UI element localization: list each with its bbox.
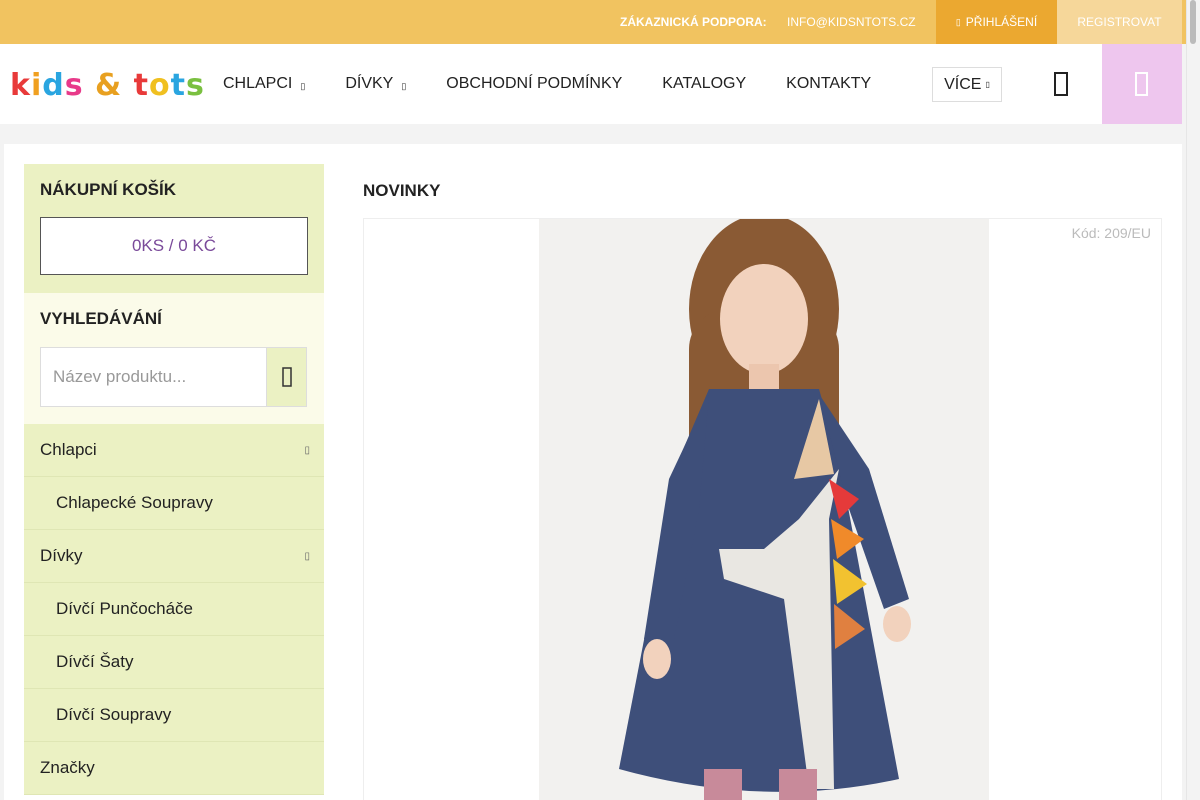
search-input[interactable] (40, 347, 266, 407)
cart-summary[interactable]: 0KS / 0 KČ (40, 217, 308, 275)
header: kids & tots CHLAPCI ▯ DÍVKY ▯ OBCHODNÍ P… (0, 44, 1182, 124)
nav-label: DÍVKY (345, 75, 394, 92)
category-girls[interactable]: Dívky ▯ (24, 530, 324, 583)
category-list: Chlapci ▯ Chlapecké Soupravy Dívky ▯ Dív… (24, 424, 324, 795)
category-brands[interactable]: Značky (24, 742, 324, 795)
category-girls-dresses[interactable]: Dívčí Šaty (24, 636, 324, 689)
cart-title: NÁKUPNÍ KOŠÍK (40, 180, 177, 199)
category-girls-tights[interactable]: Dívčí Punčocháče (24, 583, 324, 636)
nav-item-catalogs[interactable]: KATALOGY (662, 75, 746, 93)
more-label: VÍCE (944, 75, 982, 93)
category-girls-sets[interactable]: Dívčí Soupravy (24, 689, 324, 742)
register-label: REGISTROVAT (1077, 15, 1162, 29)
nav-item-terms[interactable]: OBCHODNÍ PODMÍNKY (446, 75, 622, 93)
search-button[interactable] (266, 347, 307, 407)
chevron-right-icon[interactable]: ▯ (304, 445, 310, 456)
search-title: VYHLEDÁVÁNÍ (40, 309, 162, 328)
login-label: PŘIHLÁŠENÍ (965, 15, 1038, 29)
register-button[interactable]: REGISTROVAT (1057, 0, 1182, 44)
nav-label: KONTAKTY (786, 75, 872, 92)
product-card[interactable]: Kód: 209/EU (363, 218, 1162, 800)
product-image[interactable] (539, 219, 989, 800)
cart-widget: NÁKUPNÍ KOŠÍK 0KS / 0 KČ (24, 164, 324, 293)
chevron-down-icon: ▯ (985, 80, 990, 89)
nav-label: OBCHODNÍ PODMÍNKY (446, 75, 623, 92)
search-widget: VYHLEDÁVÁNÍ (24, 293, 324, 424)
support-email-link[interactable]: INFO@KIDSNTOTS.CZ (787, 15, 916, 29)
category-label: Značky (40, 758, 95, 777)
category-label: Chlapci (40, 440, 97, 459)
section-title: NOVINKY (363, 181, 441, 200)
nav-item-contacts[interactable]: KONTAKTY (786, 75, 871, 93)
login-button[interactable]: ▯ PŘIHLÁŠENÍ (936, 0, 1057, 44)
more-menu-button[interactable]: VÍCE ▯ (932, 67, 1002, 102)
category-boys[interactable]: Chlapci ▯ (24, 424, 324, 477)
nav-label: CHLAPCI (223, 75, 293, 92)
chevron-down-icon: ▯ (300, 80, 306, 91)
category-label: Chlapecké Soupravy (56, 493, 213, 512)
chevron-right-icon[interactable]: ▯ (304, 551, 310, 562)
scrollbar-thumb[interactable] (1190, 0, 1196, 44)
category-label: Dívky (40, 546, 83, 565)
cart-button[interactable] (1102, 44, 1182, 124)
nav-item-boys[interactable]: CHLAPCI ▯ (223, 75, 305, 93)
main-nav: CHLAPCI ▯ DÍVKY ▯ OBCHODNÍ PODMÍNKY KATA… (223, 44, 911, 124)
category-label: Dívčí Šaty (56, 652, 134, 671)
top-bar: ZÁKAZNICKÁ PODPORA: INFO@KIDSNTOTS.CZ ▯ … (0, 0, 1186, 44)
sidebar: NÁKUPNÍ KOŠÍK 0KS / 0 KČ VYHLEDÁVÁNÍ Chl… (24, 164, 324, 795)
nav-label: KATALOGY (662, 75, 747, 92)
search-icon (281, 367, 292, 387)
site-logo[interactable]: kids & tots (10, 68, 205, 103)
search-form (40, 347, 308, 407)
search-icon[interactable] (1048, 70, 1076, 98)
page-scrollbar[interactable] (1186, 0, 1200, 800)
chevron-down-icon: ▯ (401, 80, 407, 91)
category-boys-sets[interactable]: Chlapecké Soupravy (24, 477, 324, 530)
product-code: Kód: 209/EU (1071, 225, 1151, 241)
support-label: ZÁKAZNICKÁ PODPORA: (620, 15, 767, 29)
category-label: Dívčí Punčocháče (56, 599, 194, 618)
cart-icon (1135, 72, 1148, 96)
category-label: Dívčí Soupravy (56, 705, 172, 724)
nav-item-girls[interactable]: DÍVKY ▯ (345, 75, 406, 93)
user-icon: ▯ (955, 16, 961, 27)
